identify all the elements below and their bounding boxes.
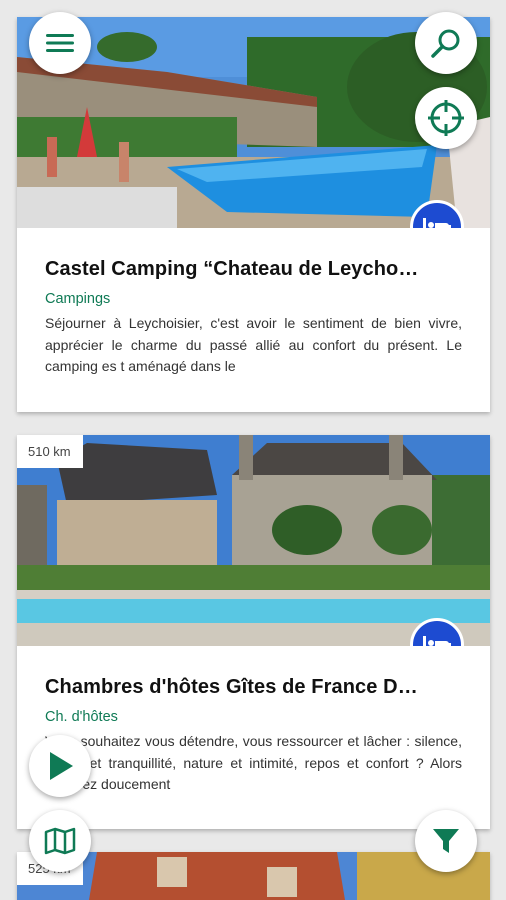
bed-icon [423,636,451,646]
listing-photo: 525 km [17,852,490,900]
listing-card[interactable]: Castel Camping “Chateau de Leycho… Campi… [17,17,490,412]
listing-details: Castel Camping “Chateau de Leycho… Campi… [17,228,490,377]
listing-photo: 510 km [17,435,490,646]
listing-card[interactable]: 525 km [17,852,490,900]
play-button[interactable] [29,735,91,797]
play-icon [50,752,73,780]
search-icon [431,29,460,58]
menu-button[interactable] [29,12,91,74]
listing-category: Campings [45,291,111,307]
crosshair-icon [428,100,464,136]
locate-button[interactable] [415,87,477,149]
bed-icon [423,218,451,228]
chateau-pool-photo [17,435,490,646]
menu-icon [46,34,74,52]
listing-description: Séjourner à Leychoisier, c'est avoir le … [45,315,462,374]
filter-icon [433,829,459,853]
listing-category: Ch. d'hôtes [45,709,118,725]
search-button[interactable] [415,12,477,74]
distance-label: 510 km [17,435,83,468]
map-icon [44,827,76,855]
listing-title[interactable]: Chambres d'hôtes Gîtes de France D… [45,676,462,699]
filter-button[interactable] [415,810,477,872]
listing-title[interactable]: Castel Camping “Chateau de Leycho… [45,258,462,281]
map-button[interactable] [29,810,91,872]
house-photo [17,852,490,900]
listing-description: Vous souhaitez vous détendre, vous resso… [45,733,462,792]
